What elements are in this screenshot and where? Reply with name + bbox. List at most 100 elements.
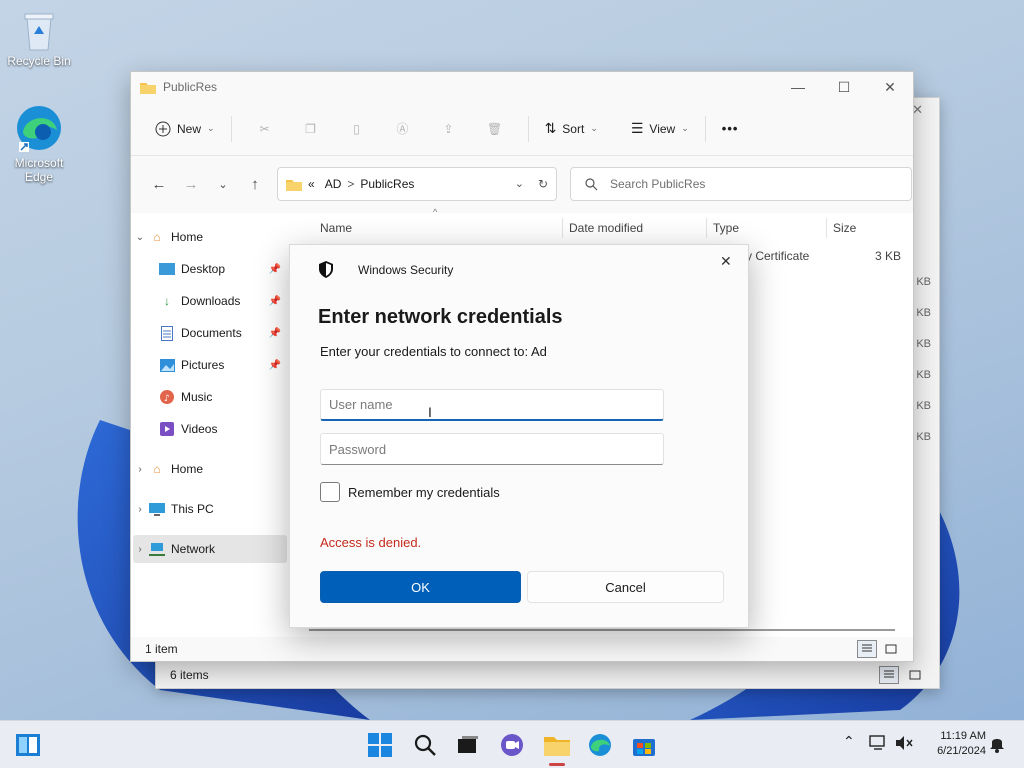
clock[interactable]: 11:19 AM 6/21/2024 [920,729,986,759]
divider [230,115,232,142]
expand-chevron-icon[interactable]: › [133,464,147,475]
desktop-icon-recycle-bin[interactable]: Recycle Bin [3,8,75,68]
column-header-name[interactable]: Name [320,218,562,238]
chat-icon[interactable] [496,729,528,761]
dialog-app-name: Windows Security [358,262,454,277]
chevron-up-icon[interactable]: ⌃ [843,733,855,750]
nav-item-network[interactable]: › Network [133,535,287,563]
sort-button[interactable]: ⇅ Sort ⌄ [539,116,604,141]
back-arrow-icon[interactable]: ← [143,176,175,193]
rename-icon[interactable]: Ⓐ [380,120,426,137]
expand-chevron-icon[interactable]: › [133,544,147,555]
address-row: ← → ⌄ ↑ « AD > PublicRes ⌄ ↻ Search Publ… [131,156,913,212]
nav-item-desktop[interactable]: Desktop 📌 [133,255,287,283]
sort-icon: ⇅ [544,120,557,136]
copy-icon[interactable]: ❐ [288,122,334,136]
credentials-dialog[interactable]: Windows Security ✕ Enter network credent… [289,244,749,628]
tiles-view-icon[interactable] [881,640,901,658]
up-arrow-icon[interactable]: ↑ [239,176,271,193]
column-header-type[interactable]: Type [706,218,826,238]
size-cell: KB [916,276,931,288]
paste-icon[interactable]: ▯ [334,122,380,136]
clock-time: 11:19 AM [940,730,986,742]
remember-checkbox[interactable] [320,482,340,502]
store-icon[interactable] [628,729,660,761]
password-input[interactable] [320,433,664,465]
address-overflow[interactable]: « [308,177,315,191]
nav-item-home[interactable]: ⌄ ⌂ Home [133,223,287,251]
desktop-icon-label: Microsoft Edge [14,156,64,184]
ok-button[interactable]: OK [320,571,521,603]
nav-item-this-pc[interactable]: › This PC [133,495,287,523]
nav-item-videos[interactable]: Videos [133,415,287,443]
forward-arrow-icon[interactable]: → [175,176,207,193]
music-icon: ♪ [157,390,177,404]
column-header-size[interactable]: Size [826,218,906,238]
details-view-icon[interactable] [879,666,899,684]
item-count: 6 items [170,668,209,682]
nav-item-home-2[interactable]: › ⌂ Home [133,455,287,483]
dialog-title: Enter network credentials [318,306,563,328]
desktop-icon-edge[interactable]: Microsoft Edge [3,104,75,184]
nav-item-documents[interactable]: Documents 📌 [133,319,287,347]
file-type-cell: y Certificate [746,249,810,263]
chevron-down-icon: ⌄ [590,123,598,133]
breadcrumb-publicres[interactable]: PublicRes [360,177,414,191]
edge-icon[interactable] [584,729,616,761]
pin-icon: 📌 [268,295,281,307]
plus-circle-icon [155,121,171,136]
maximize-icon[interactable]: ☐ [821,72,867,102]
details-view-icon[interactable] [857,640,877,658]
home-icon: ⌂ [153,462,161,476]
navigation-pane: ⌄ ⌂ Home Desktop 📌 ↓ Downloads 📌 Documen… [131,213,291,638]
notification-icon[interactable] [989,735,1005,756]
share-icon[interactable]: ⇪ [426,122,472,136]
breadcrumb-separator: > [347,177,355,191]
column-header-date[interactable]: Date modified [562,218,706,238]
close-icon[interactable]: ✕ [867,72,913,102]
file-explorer-icon[interactable] [541,729,573,761]
view-label: View [649,121,676,136]
tiles-view-icon[interactable] [905,666,925,684]
search-icon[interactable] [409,729,441,761]
more-button[interactable]: ••• [716,117,745,140]
status-bar: 1 item [131,637,913,661]
expand-chevron-icon[interactable]: › [133,504,147,515]
username-input[interactable] [320,389,664,421]
remember-credentials-row[interactable]: Remember my credentials [320,482,500,502]
task-view-icon[interactable] [452,729,484,761]
nav-item-music[interactable]: ♪ Music [133,383,287,411]
recent-chevron-icon[interactable]: ⌄ [207,178,239,191]
start-icon[interactable] [364,729,396,761]
close-icon[interactable]: ✕ [720,253,732,270]
nav-item-pictures[interactable]: Pictures 📌 [133,351,287,379]
desktop-icon [157,263,177,275]
cut-icon[interactable]: ✂ [242,122,288,136]
address-bar[interactable]: « AD > PublicRes ⌄ ↻ [277,167,557,201]
view-icon: ☰ [630,120,644,136]
breadcrumb-ad[interactable]: AD [325,177,342,191]
network-tray-icon[interactable] [869,735,887,754]
delete-icon[interactable]: 🗑 [472,122,518,136]
status-bar: 6 items [156,662,939,688]
view-button[interactable]: ☰ View ⌄ [625,116,695,141]
refresh-icon[interactable]: ↻ [538,177,548,191]
widgets-icon[interactable] [12,729,44,761]
dialog-header: Windows Security [318,261,453,278]
divider [704,115,706,142]
shield-icon [319,261,333,278]
minimize-icon[interactable]: — [775,72,821,102]
volume-muted-icon[interactable] [895,735,913,754]
chevron-down-icon: ⌄ [681,123,689,133]
title-bar[interactable]: PublicRes — ☐ ✕ [131,72,913,102]
horizontal-scrollbar[interactable] [309,629,895,631]
chevron-down-icon[interactable]: ⌄ [515,177,524,191]
new-button[interactable]: New ⌄ [149,117,221,141]
nav-item-downloads[interactable]: ↓ Downloads 📌 [133,287,287,315]
expand-chevron-icon[interactable]: ⌄ [133,232,147,243]
size-cell: KB [916,369,931,381]
nav-label: This PC [171,502,214,516]
column-header-row: Name Date modified Type Size [320,213,910,243]
search-box[interactable]: Search PublicRes [570,167,912,201]
cancel-button[interactable]: Cancel [527,571,724,603]
